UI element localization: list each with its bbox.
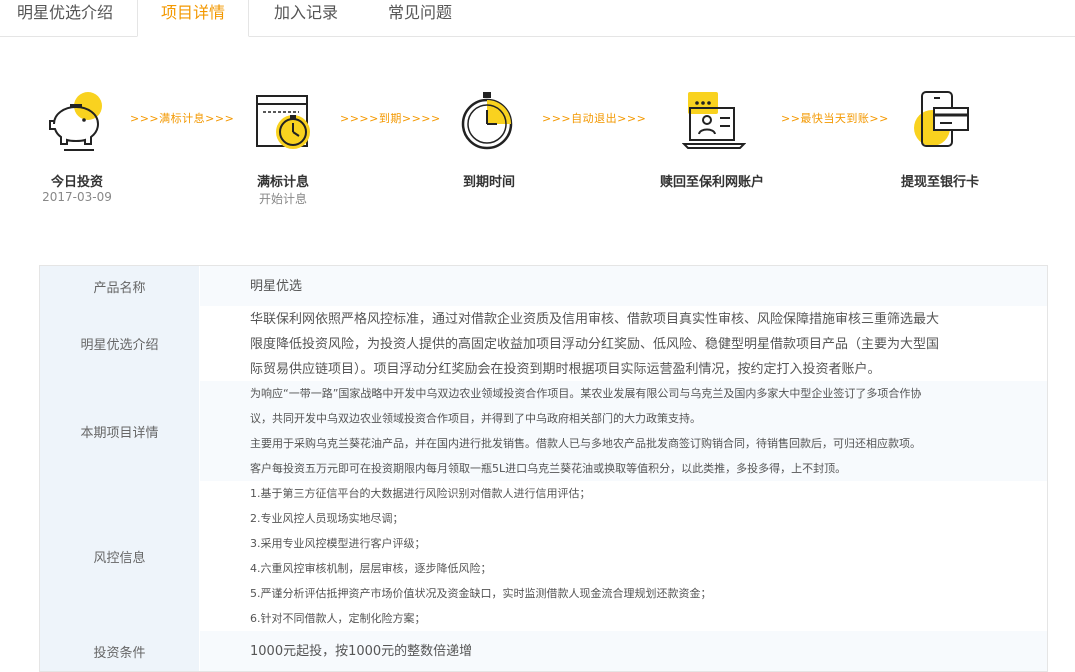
value-product-name: 明星优选	[200, 266, 1047, 306]
current-line: 主要用于采购乌克兰葵花油产品，并在国内进行批发销售。借款人已与多地农产品批发商签…	[250, 437, 921, 450]
risk-line: 2.专业风控人员现场实地尽调；	[250, 512, 404, 525]
value-current-project: 为响应“一带一路”国家战略中开发中乌双边农业领域投资合作项目。某农业发展有限公司…	[200, 381, 1047, 481]
step-title-maturity: 到期时间	[462, 175, 515, 190]
flow-arrow-1: >>>满标计息>>>	[130, 112, 235, 125]
risk-line: 5.严谨分析评估抵押资产市场价值状况及资金缺口，实时监测借款人现金流合理规划还款…	[250, 587, 712, 600]
table-row-product-name: 产品名称 明星优选	[40, 266, 1047, 306]
step-title-withdraw: 提现至银行卡	[900, 175, 979, 190]
table-row-intro: 明星优选介绍 华联保利网依照严格风控标准，通过对借款企业资质及信用审核、借款项目…	[40, 306, 1047, 381]
intro-line: 华联保利网依照严格风控标准，通过对借款企业资质及信用审核、借款项目真实性审核、风…	[250, 312, 940, 327]
user-account-icon	[682, 92, 746, 149]
intro-line: 际贸易供应链项目）。项目浮动分红奖励会在投资到期时根据项目实际运营盈利情况，按约…	[250, 362, 881, 377]
current-line: 为响应“一带一路”国家战略中开发中乌双边农业领域投资合作项目。某农业发展有限公司…	[250, 387, 922, 400]
risk-line: 6.针对不同借款人，定制化险方案；	[250, 612, 426, 625]
web-stopwatch-icon	[256, 95, 310, 149]
flow-arrow-3: >>>自动退出>>>	[542, 112, 647, 125]
phone-card-icon	[914, 91, 969, 147]
label-current-project: 本期项目详情	[40, 381, 200, 481]
label-invest-condition: 投资条件	[40, 631, 200, 671]
step-sub-invest: 2017-03-09	[42, 190, 112, 204]
value-intro: 华联保利网依照严格风控标准，通过对借款企业资质及信用审核、借款项目真实性审核、风…	[200, 306, 1047, 381]
value-risk: 1.基于第三方征信平台的大数据进行风险识别对借款人进行信用评估； 2.专业风控人…	[200, 481, 1047, 631]
tab-faq[interactable]: 常见问题	[370, 0, 470, 36]
label-intro: 明星优选介绍	[40, 306, 200, 381]
risk-line: 1.基于第三方征信平台的大数据进行风险识别对借款人进行信用评估；	[250, 487, 591, 500]
piggy-bank-icon	[49, 92, 102, 151]
tab-star-intro[interactable]: 明星优选介绍	[0, 0, 130, 36]
label-product-name: 产品名称	[40, 266, 200, 306]
step-sub-full: 开始计息	[258, 192, 307, 206]
value-invest-condition: 1000元起投，按1000元的整数倍递增	[200, 631, 1047, 671]
project-details-table: 产品名称 明星优选 明星优选介绍 华联保利网依照严格风控标准，通过对借款企业资质…	[39, 265, 1048, 672]
stopwatch-icon	[461, 92, 513, 150]
tab-project-details[interactable]: 项目详情	[137, 0, 249, 37]
table-row-invest-condition: 投资条件 1000元起投，按1000元的整数倍递增	[40, 631, 1047, 671]
flow-arrow-4: >>最快当天到账>>	[781, 112, 889, 125]
label-risk: 风控信息	[40, 481, 200, 631]
step-title-redeem: 赎回至保利网账户	[659, 175, 764, 190]
tab-bar: 明星优选介绍 项目详情 加入记录 常见问题	[0, 0, 1075, 37]
tab-join-records[interactable]: 加入记录	[256, 0, 356, 36]
table-row-current-project: 本期项目详情 为响应“一带一路”国家战略中开发中乌双边农业领域投资合作项目。某农…	[40, 381, 1047, 481]
current-line: 客户每投资五万元即可在投资期限内每月领取一瓶5L进口乌克兰葵花油或换取等值积分，…	[250, 462, 847, 475]
risk-line: 4.六重风控审核机制，层层审核，逐步降低风险；	[250, 562, 492, 575]
step-title-invest: 今日投资	[50, 175, 103, 190]
flow-arrow-2: >>>>到期>>>>	[340, 112, 441, 125]
risk-line: 3.采用专业风控模型进行客户评级；	[250, 537, 426, 550]
step-title-full: 满标计息	[256, 175, 309, 190]
intro-line: 限度降低投资风险，为投资人提供的高固定收益加项目浮动分红奖励、低风险、稳健型明星…	[250, 337, 940, 352]
table-row-risk: 风控信息 1.基于第三方征信平台的大数据进行风险识别对借款人进行信用评估； 2.…	[40, 481, 1047, 631]
current-line: 议，共同开发中乌双边农业领域投资合作项目，并得到了中乌政府相关部门的大力政策支持…	[250, 412, 701, 425]
